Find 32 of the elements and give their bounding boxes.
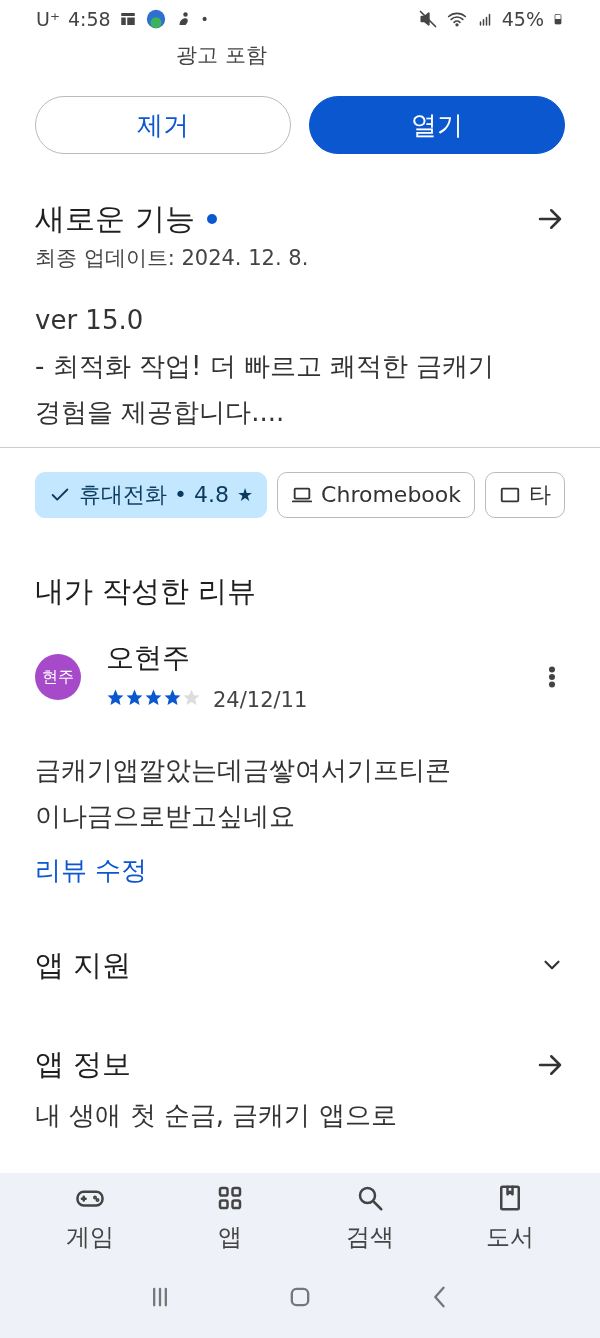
nav-tab[interactable]: 게임 bbox=[40, 1183, 140, 1255]
section-title: 내가 작성한 리뷰 bbox=[34, 572, 258, 610]
edit-review-link[interactable]: 리뷰 수정 bbox=[0, 850, 183, 890]
review-text: 이나금으로받고싶네요 bbox=[35, 799, 296, 833]
notification-dot: • bbox=[200, 9, 209, 29]
section-title: 새로운 기능 bbox=[35, 200, 195, 238]
nav-tab[interactable]: 검색 bbox=[320, 1183, 420, 1255]
update-date: 최종 업데이트: 2024. 12. 8. bbox=[34, 245, 310, 272]
section-title: 앱 지원 bbox=[35, 946, 132, 984]
device-chip[interactable]: 타 bbox=[485, 471, 565, 518]
mute-icon bbox=[417, 9, 438, 29]
battery-text: 45% bbox=[501, 6, 544, 32]
reviewer-name: 오현주 bbox=[106, 640, 191, 676]
open-button[interactable]: 열기 bbox=[309, 96, 565, 154]
review-text: 금캐기앱깔았는데금쌓여서기프티콘 bbox=[35, 753, 452, 787]
nav-tab[interactable]: 도서 bbox=[460, 1183, 560, 1255]
release-note-line: ver 15.0 bbox=[35, 303, 145, 337]
ad-notice: 광고 포함 bbox=[175, 42, 268, 69]
avatar-icon bbox=[144, 8, 167, 30]
uninstall-button[interactable]: 제거 bbox=[35, 96, 291, 154]
grid-icon bbox=[118, 10, 137, 28]
clock-text: 4:58 bbox=[67, 6, 111, 32]
carrier-text: U⁺ bbox=[36, 6, 60, 32]
release-note-line: 경험을 제공합니다.... bbox=[35, 395, 286, 429]
release-note-line: - 최적화 작업! 더 빠르고 쾌적한 금캐기 bbox=[35, 349, 496, 383]
avatar: 현주 bbox=[35, 653, 81, 700]
section-title: 앱 정보 bbox=[35, 1046, 132, 1083]
device-chip[interactable]: Chromebook bbox=[277, 471, 475, 518]
app-description: 내 생애 첫 순금, 금캐기 앱으로 bbox=[35, 1098, 397, 1132]
review-date: 24/12/11 bbox=[213, 687, 308, 714]
device-chip[interactable]: 휴대전화 • 4.8 ★ bbox=[35, 471, 268, 518]
nav-tab[interactable]: 앱 bbox=[180, 1183, 280, 1255]
